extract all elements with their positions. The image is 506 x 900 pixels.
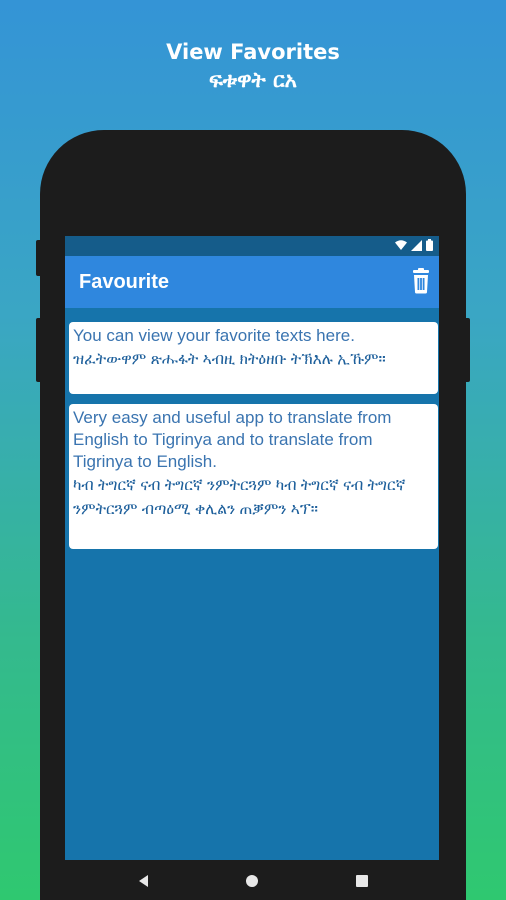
favorite-english-text: Very easy and useful app to translate fr… [73,408,392,471]
favorite-tigrinya-text: ዝፈትውዋም ጽሑፋት ኣብዚ ክትዕዘቡ ትኽእሉ ኢኹም። [73,351,386,368]
favorite-card[interactable]: Very easy and useful app to translate fr… [69,404,438,549]
favorite-tigrinya-text: ካብ ትግርኛ ናብ ትግርኛ ንምትርጓም ካብ ትግርኛ ናብ ትግርኛ ን… [73,477,406,518]
signal-icon [411,239,422,251]
promo-title-tigrinya: ፍቱዋት ርአ [209,68,297,92]
trash-icon[interactable] [409,268,433,294]
favorite-english-text: You can view your favorite texts here. [73,326,355,345]
promo-title-english: View Favorites [166,40,340,64]
wifi-icon [395,240,407,250]
app-bar: Favourite [65,256,439,308]
back-icon[interactable] [135,872,153,890]
home-icon[interactable] [243,872,261,890]
battery-icon [426,239,433,251]
recent-apps-icon[interactable] [353,872,371,890]
navigation-bar [65,860,439,900]
status-bar [65,236,439,256]
page-title: Favourite [79,271,170,293]
favorite-card[interactable]: You can view your favorite texts here. ዝ… [69,322,438,394]
app-screen: Favourite You can view your favorite tex… [65,236,439,860]
